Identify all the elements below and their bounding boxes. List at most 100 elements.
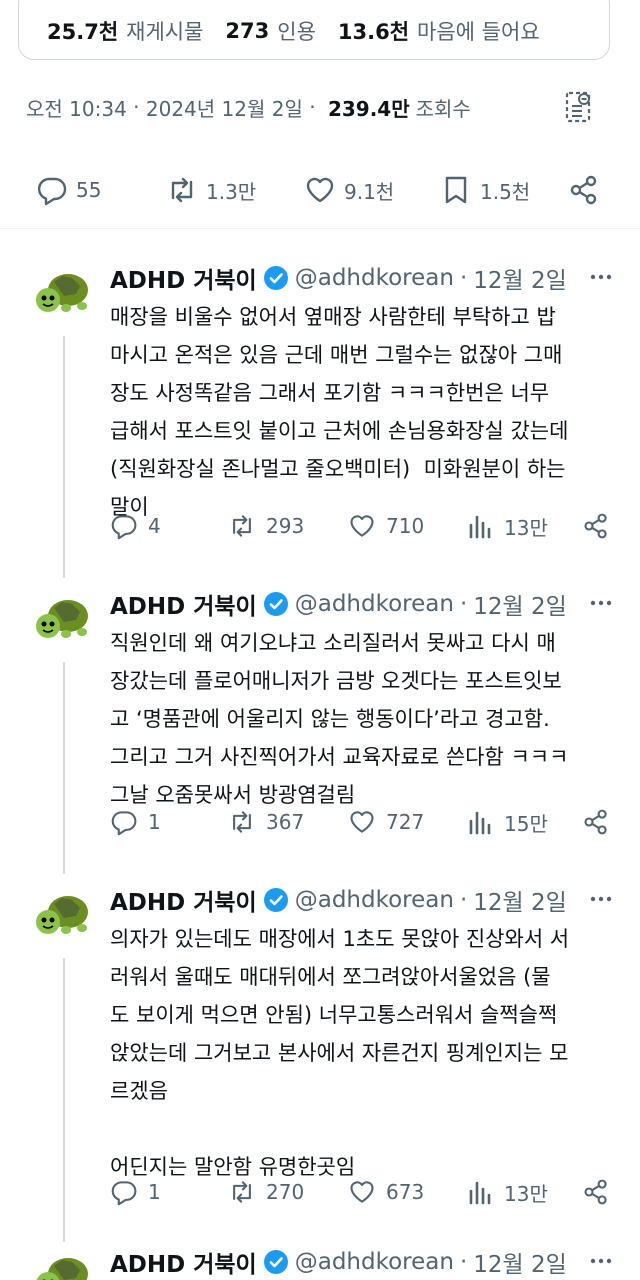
repost-count: 1.3만 — [206, 179, 257, 204]
repost-button[interactable]: 1.3만 — [166, 174, 256, 206]
author-handle[interactable]: @adhdkorean — [295, 591, 454, 617]
reply-views-button[interactable]: 13만 — [466, 512, 548, 541]
more-options-icon[interactable] — [586, 884, 616, 914]
reply-stats: 1 367 727 15만 — [110, 808, 630, 848]
reply-reply-count: 1 — [148, 810, 161, 834]
reply-like-count: 673 — [386, 1180, 425, 1204]
reply-share-button[interactable] — [582, 808, 610, 836]
reply-repost-button[interactable]: 293 — [228, 512, 304, 540]
reply-date[interactable]: 12월 2일 — [473, 883, 567, 917]
repost-icon — [233, 1181, 251, 1203]
reposts-label[interactable]: 재게시물 — [126, 16, 203, 46]
reply-repost-count: 367 — [266, 810, 305, 834]
avatar[interactable] — [30, 882, 94, 946]
reply-reply-button[interactable]: 4 — [110, 512, 161, 540]
avatar[interactable] — [30, 1244, 94, 1280]
reply-text: 의자가 있는데도 매장에서 1초도 못앉아 진상와서 서 러워서 울때도 매대뒤… — [110, 927, 570, 1179]
bookmark-count: 1.5천 — [480, 179, 531, 204]
reply-tweet[interactable]: ADHD 거북이 @adhdkorean · 12월 2일 매장을 비울수 없어… — [0, 258, 640, 578]
verified-badge-icon — [263, 1250, 288, 1274]
reply-button[interactable]: 55 — [36, 174, 101, 206]
author-handle[interactable]: @adhdkorean — [295, 265, 454, 291]
share-button[interactable] — [568, 174, 600, 206]
reply-repost-button[interactable]: 270 — [228, 1178, 304, 1206]
post-time[interactable]: 오전 10:34 — [26, 93, 127, 122]
reply-icon — [37, 177, 67, 206]
reply-tweet[interactable]: ADHD 거북이 @adhdkorean · 12월 2일 직원인데 왜 여기오… — [0, 584, 640, 874]
reply-icon — [111, 811, 137, 836]
reply-share-button[interactable] — [582, 1178, 610, 1206]
share-icon — [570, 175, 597, 205]
author-name[interactable]: ADHD 거북이 — [110, 261, 257, 295]
turtle-avatar-icon — [36, 896, 88, 934]
reply-count: 55 — [76, 178, 102, 202]
reply-reply-count: 1 — [148, 1180, 161, 1204]
verified-badge-icon — [263, 888, 288, 912]
reply-share-button[interactable] — [582, 512, 610, 540]
heart-icon — [350, 811, 374, 833]
header-dot: · — [459, 887, 468, 913]
likes-label[interactable]: 마음에 들어요 — [417, 16, 540, 46]
author-handle[interactable]: @adhdkorean — [295, 1249, 454, 1275]
share-icon — [584, 809, 607, 835]
views-label: 조회수 — [415, 96, 471, 121]
reply-date[interactable]: 12월 2일 — [473, 1245, 567, 1279]
reply-like-count: 727 — [386, 810, 425, 834]
avatar[interactable] — [30, 260, 94, 324]
header-dot: · — [459, 265, 468, 291]
reply-like-button[interactable]: 673 — [348, 1178, 424, 1206]
heart-icon — [350, 1181, 374, 1203]
like-button[interactable]: 9.1천 — [304, 174, 394, 206]
share-icon — [584, 513, 607, 539]
post-date[interactable]: 2024년 12월 2일 — [146, 93, 303, 122]
author-name[interactable]: ADHD 거북이 — [110, 587, 257, 621]
reply-views-button[interactable]: 15만 — [466, 808, 548, 837]
views-bar-chart-icon — [469, 1181, 491, 1204]
reply-date[interactable]: 12월 2일 — [473, 261, 567, 295]
views-bar-chart-icon — [469, 515, 491, 538]
avatar[interactable] — [30, 586, 94, 650]
quotes-count[interactable]: 273 — [225, 19, 269, 43]
thread-line — [63, 662, 65, 874]
reply-repost-button[interactable]: 367 — [228, 808, 304, 836]
repost-icon — [171, 177, 193, 203]
reply-views-count: 13만 — [504, 1182, 548, 1206]
reply-repost-count: 270 — [266, 1180, 305, 1204]
reply-tweet[interactable]: ADHD 거북이 @adhdkorean · 12월 2일 — [0, 1242, 640, 1280]
reply-stats: 1 270 673 13만 — [110, 1178, 630, 1218]
reply-tweet[interactable]: ADHD 거북이 @adhdkorean · 12월 2일 의자가 있는데도 매… — [0, 880, 640, 1242]
author-handle[interactable]: @adhdkorean — [295, 887, 454, 913]
reply-stats: 4 293 710 13만 — [110, 512, 630, 552]
author-name[interactable]: ADHD 거북이 — [110, 883, 257, 917]
reply-views-button[interactable]: 13만 — [466, 1178, 548, 1207]
more-options-icon[interactable] — [586, 262, 616, 292]
repost-icon — [233, 515, 251, 537]
reply-repost-count: 293 — [266, 514, 305, 538]
reply-like-button[interactable]: 727 — [348, 808, 424, 836]
reply-reply-button[interactable]: 1 — [110, 808, 161, 836]
author-name[interactable]: ADHD 거북이 — [110, 1245, 257, 1279]
reply-date[interactable]: 12월 2일 — [473, 587, 567, 621]
likes-count[interactable]: 13.6천 — [338, 16, 409, 46]
turtle-avatar-icon — [36, 274, 88, 312]
more-options-icon[interactable] — [586, 1246, 616, 1276]
reply-header: ADHD 거북이 @adhdkorean · 12월 2일 — [110, 1242, 620, 1280]
reply-reply-button[interactable]: 1 — [110, 1178, 161, 1206]
more-options-icon[interactable] — [586, 588, 616, 618]
like-count: 9.1천 — [344, 179, 395, 204]
reposts-count[interactable]: 25.7천 — [47, 16, 118, 46]
header-dot: · — [459, 1249, 468, 1275]
reply-views-count: 13만 — [504, 516, 548, 540]
quotes-label[interactable]: 인용 — [277, 16, 316, 46]
reply-like-count: 710 — [386, 514, 425, 538]
reply-reply-count: 4 — [148, 514, 161, 538]
engagement-stats-box: 25.7천 재게시물 273 인용 13.6천 마음에 들어요 — [18, 0, 610, 60]
reply-like-button[interactable]: 710 — [348, 512, 424, 540]
reply-icon — [111, 1181, 137, 1206]
reply-header: ADHD 거북이 @adhdkorean · 12월 2일 — [110, 584, 620, 624]
bookmark-button[interactable]: 1.5천 — [440, 174, 530, 206]
post-analytics-icon[interactable] — [564, 90, 594, 124]
meta-separator: · — [126, 95, 146, 119]
verified-badge-icon — [263, 266, 288, 290]
reply-text: 매장을 비울수 없어서 옆매장 사람한테 부탁하고 밥 마시고 온적은 있음 근… — [110, 305, 569, 519]
